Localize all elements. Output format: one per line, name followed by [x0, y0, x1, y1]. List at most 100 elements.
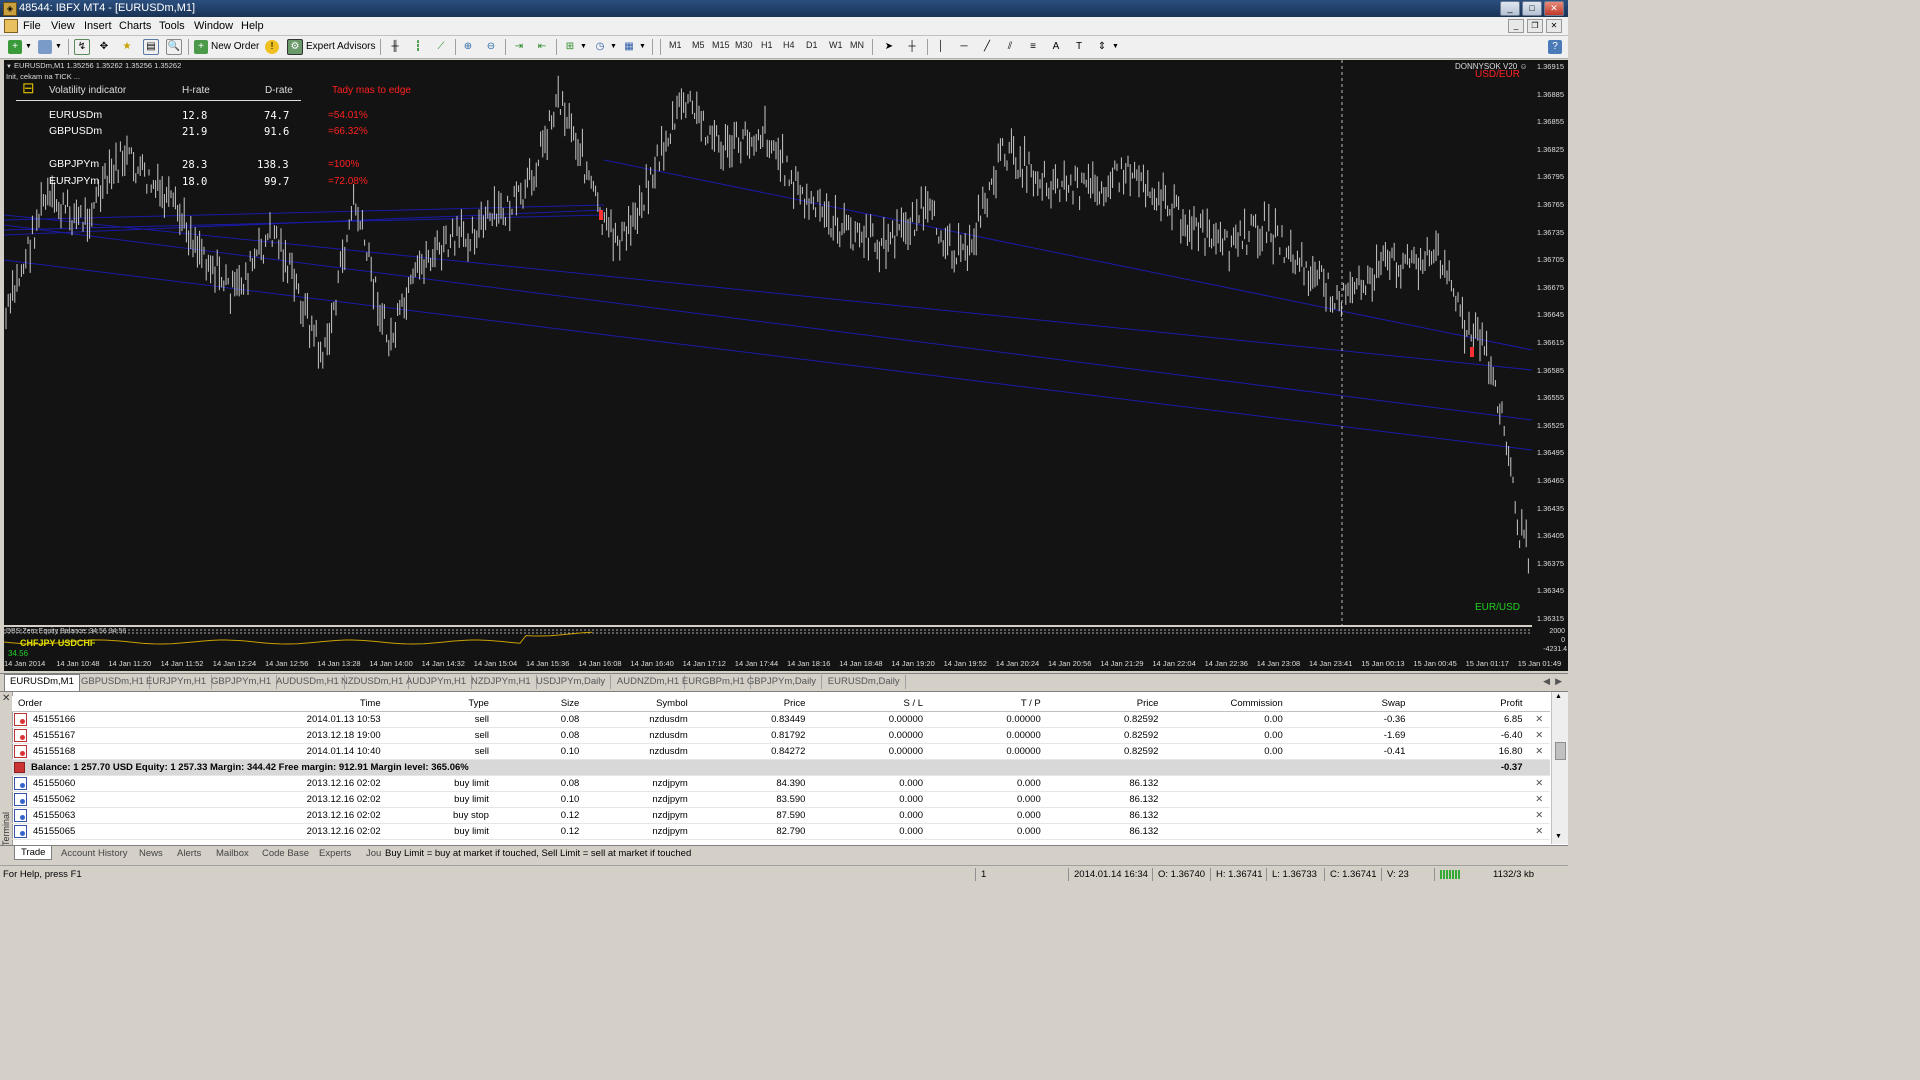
chart-window-icon[interactable]	[4, 19, 18, 33]
column-header[interactable]: Price	[1046, 696, 1165, 712]
menu-help[interactable]: Help	[241, 20, 264, 32]
scroll-thumb[interactable]	[1555, 742, 1566, 760]
close-order-icon[interactable]: ✕	[1528, 743, 1550, 760]
close-order-icon[interactable]: ✕	[1528, 807, 1550, 824]
timeframe-h1[interactable]: H1	[761, 40, 773, 50]
close-button[interactable]: ✕	[1544, 1, 1564, 16]
periods-button[interactable]: ◷ ▼	[593, 39, 617, 55]
crosshair-button[interactable]: ┼	[905, 39, 919, 55]
trendline[interactable]	[603, 159, 1532, 351]
terminal-tab[interactable]: Code Base	[262, 848, 309, 859]
terminal-tab[interactable]: Experts	[319, 848, 351, 859]
timeframe-d1[interactable]: D1	[806, 40, 818, 50]
terminal-close-icon[interactable]: ✕	[2, 693, 10, 704]
mdi-close-button[interactable]: ✕	[1546, 19, 1562, 33]
chart-tab[interactable]: USDJPYm,Daily	[531, 675, 612, 689]
data-window-button[interactable]: ✥	[97, 39, 111, 55]
column-header[interactable]: S / L	[811, 696, 930, 712]
line-chart-button[interactable]: ⟋	[434, 39, 448, 55]
column-header[interactable]: Swap	[1288, 696, 1412, 712]
bar-chart-button[interactable]: ╫	[388, 39, 402, 55]
chart-tab[interactable]: EURGBPm,H1	[677, 675, 751, 689]
indicator-subwindow[interactable]: DBS Zero Equity Balance: 34.56 34.56 CHF…	[4, 627, 1532, 657]
order-row[interactable]: 45155065 2013.12.16 02:02 buy limit 0.12 nzd…	[12, 823, 1550, 840]
column-header[interactable]: Profit	[1411, 696, 1529, 712]
timeframe-h4[interactable]: H4	[783, 40, 795, 50]
timeframe-m15[interactable]: M15	[712, 40, 730, 50]
tester-button[interactable]: 🔍	[166, 39, 182, 55]
timeframe-m5[interactable]: M5	[692, 40, 705, 50]
close-order-icon[interactable]: ✕	[1528, 791, 1550, 808]
new-order-button[interactable]: + New Order	[194, 39, 259, 55]
terminal-tab[interactable]: News	[139, 848, 163, 859]
horizontal-line-button[interactable]: ─	[957, 39, 971, 55]
timeframe-w1[interactable]: W1	[829, 40, 843, 50]
chart-tab[interactable]: GBPJPYm,H1	[206, 675, 278, 689]
menu-insert[interactable]: Insert	[84, 20, 112, 32]
order-row[interactable]: 45155166 2014.01.13 10:53 sell 0.08 nzdusdm 0…	[12, 711, 1550, 728]
timeframe-m30[interactable]: M30	[735, 40, 753, 50]
order-row[interactable]: 45155168 2014.01.14 10:40 sell 0.10 nzdusdm 0…	[12, 743, 1550, 760]
chart-tab[interactable]: NZDJPYm,H1	[466, 675, 537, 689]
arrows-button[interactable]: ⇕ ▼	[1095, 39, 1119, 55]
metaeditor-button[interactable]: !	[265, 39, 279, 55]
mdi-minimize-button[interactable]: _	[1508, 19, 1524, 33]
menu-charts[interactable]: Charts	[119, 20, 151, 32]
price-axis[interactable]: 2000 0 -4231.4 1.36915 1.36885 1.36855 1.36…	[1532, 60, 1568, 657]
close-order-icon[interactable]: ✕	[1528, 775, 1550, 792]
column-header[interactable]: Commission	[1164, 696, 1289, 712]
menu-tools[interactable]: Tools	[159, 20, 185, 32]
tab-scroll-left-icon[interactable]: ◀	[1543, 676, 1550, 687]
terminal-tab[interactable]: Account History	[61, 848, 128, 859]
trendline-button[interactable]: ╱	[980, 39, 994, 55]
trendline[interactable]	[4, 224, 1532, 421]
minimize-button[interactable]: _	[1500, 1, 1520, 16]
terminal-button[interactable]: ▤	[143, 39, 159, 55]
help-button[interactable]: ?	[1548, 39, 1562, 55]
text-button[interactable]: A	[1049, 39, 1063, 55]
close-order-icon[interactable]: ✕	[1528, 711, 1550, 728]
terminal-tab[interactable]: Trade	[14, 846, 53, 860]
menu-view[interactable]: View	[51, 20, 75, 32]
chart-tab[interactable]: EURUSDm,M1	[4, 674, 80, 691]
close-order-icon[interactable]: ✕	[1528, 727, 1550, 744]
profiles-button[interactable]: ▼	[38, 39, 62, 55]
column-header[interactable]: T / P	[929, 696, 1047, 712]
trade-scrollbar[interactable]: ▲ ▼	[1551, 692, 1568, 844]
terminal-tab[interactable]: Alerts	[177, 848, 201, 859]
column-header[interactable]: Order	[12, 696, 169, 712]
vertical-line-button[interactable]: │	[934, 39, 948, 55]
chart-shift-button[interactable]: ⇤	[535, 39, 549, 55]
candlestick-button[interactable]: ┇	[411, 39, 425, 55]
scroll-up-icon[interactable]: ▲	[1555, 693, 1562, 700]
price-chart[interactable]: ▼ EURUSDm,M1 1.35256 1.35262 1.35256 1.3…	[4, 60, 1532, 625]
new-chart-button[interactable]: + ▼	[8, 39, 32, 55]
column-header[interactable]: Size	[494, 696, 586, 712]
order-row[interactable]: 45155063 2013.12.16 02:02 buy stop 0.12 nzdj…	[12, 807, 1550, 824]
column-header[interactable]: Symbol	[585, 696, 694, 712]
order-row[interactable]: 45155062 2013.12.16 02:02 buy limit 0.10 nzd…	[12, 791, 1550, 808]
chart-tab[interactable]: GBPJPYm,Daily	[742, 675, 823, 689]
trendline[interactable]	[4, 259, 1532, 451]
tab-scroll-right-icon[interactable]: ▶	[1555, 676, 1562, 687]
mdi-restore-button[interactable]: ❐	[1527, 19, 1543, 33]
scroll-down-icon[interactable]: ▼	[1555, 833, 1562, 840]
menu-file[interactable]: File	[23, 20, 41, 32]
terminal-tab[interactable]: Mailbox	[216, 848, 249, 859]
expert-advisors-button[interactable]: ⚙ Expert Advisors	[287, 39, 375, 55]
chart-tab[interactable]: GBPUSDm,H1	[76, 675, 150, 689]
order-row[interactable]: 45155060 2013.12.16 02:02 buy limit 0.08 nzd…	[12, 775, 1550, 792]
channel-button[interactable]: ⫽	[1003, 39, 1017, 55]
chart-tab[interactable]: EURJPYm,H1	[141, 675, 213, 689]
cursor-button[interactable]: ➤	[882, 39, 896, 55]
maximize-button[interactable]: □	[1522, 1, 1542, 16]
trendline[interactable]	[4, 214, 1532, 371]
column-header[interactable]: Time	[168, 696, 387, 712]
zoom-in-button[interactable]: ⊕	[461, 39, 475, 55]
chart-tab[interactable]: AUDJPYm,H1	[401, 675, 473, 689]
fibonacci-button[interactable]: ≡	[1026, 39, 1040, 55]
templates-button[interactable]: ▦ ▼	[622, 39, 646, 55]
order-row[interactable]: 45155167 2013.12.18 19:00 sell 0.08 nzdusdm 0…	[12, 727, 1550, 744]
chart-tab[interactable]: AUDUSDm,H1	[271, 675, 345, 689]
terminal-tab[interactable]: Jou	[366, 848, 381, 859]
